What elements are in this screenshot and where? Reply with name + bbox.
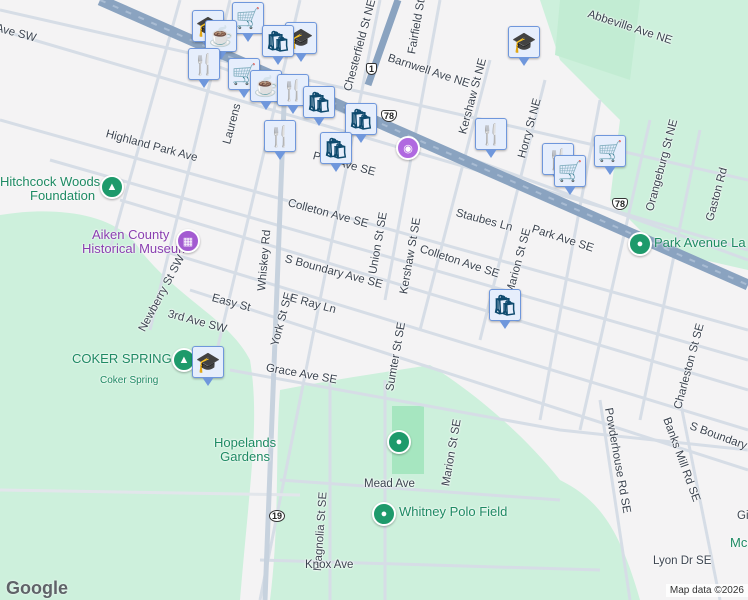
place-name: Hitchcock Woods xyxy=(0,174,101,189)
place-name: Foundation xyxy=(30,188,96,203)
route-shield-1: 1 xyxy=(366,63,378,75)
park-pin-icon[interactable]: ● xyxy=(372,502,396,526)
grocery-marker-icon[interactable]: 🛒 xyxy=(594,135,626,175)
route-shield-19: 19 xyxy=(269,510,286,522)
park-pin-icon[interactable]: ▲ xyxy=(100,175,124,199)
place-hopelands-gardens[interactable]: Hopelands Gardens xyxy=(214,436,276,464)
school-marker-icon[interactable]: 🎓 xyxy=(192,346,224,386)
street-label: Gi xyxy=(737,510,748,522)
place-hitchcock-woods[interactable]: Hitchcock Woods Foundation xyxy=(0,175,100,203)
google-logo: Google xyxy=(6,578,68,598)
street-label: Lyon Dr SE xyxy=(653,555,712,567)
shopping-marker-icon[interactable]: 🛍 xyxy=(262,25,294,65)
school-marker-icon[interactable]: 🎓 xyxy=(508,26,540,66)
park-pin-icon[interactable]: ● xyxy=(628,232,652,256)
camera-pin-icon[interactable]: ◉ xyxy=(396,136,420,160)
place-whitney-polo-field[interactable]: Whitney Polo Field xyxy=(399,505,507,519)
place-name: Gardens xyxy=(220,449,271,464)
restaurant-marker-icon[interactable]: 🍴 xyxy=(264,120,296,160)
place-name: Aiken County xyxy=(92,227,170,242)
place-name: Hopelands xyxy=(214,435,277,450)
place-coker-spring-sub: Coker Spring xyxy=(100,375,159,386)
map-attribution[interactable]: Map data ©2026 xyxy=(665,584,748,597)
street-label: Knox Ave xyxy=(305,559,354,571)
grocery-marker-icon[interactable]: 🛒 xyxy=(554,155,586,195)
shopping-marker-icon[interactable]: 🛍 xyxy=(345,103,377,143)
place-name: Historical Museum xyxy=(82,241,189,256)
shopping-marker-icon[interactable]: 🛍 xyxy=(303,86,335,126)
restaurant-marker-icon[interactable]: 🍴 xyxy=(188,48,220,88)
place-mcgh[interactable]: McGh xyxy=(730,536,748,550)
restaurant-marker-icon[interactable]: 🍴 xyxy=(475,118,507,158)
place-coker-spring[interactable]: COKER SPRING xyxy=(72,352,172,366)
shopping-marker-icon[interactable]: 🛍 xyxy=(489,289,521,329)
shopping-marker-icon[interactable]: 🛍 xyxy=(320,132,352,172)
place-park-avenue[interactable]: Park Avenue La xyxy=(654,236,746,250)
museum-pin-icon[interactable]: ▦ xyxy=(176,229,200,253)
park-pin-icon[interactable]: ● xyxy=(387,430,411,454)
place-museum[interactable]: Aiken County Historical Museum xyxy=(82,227,189,256)
street-label: Mead Ave xyxy=(364,478,415,490)
